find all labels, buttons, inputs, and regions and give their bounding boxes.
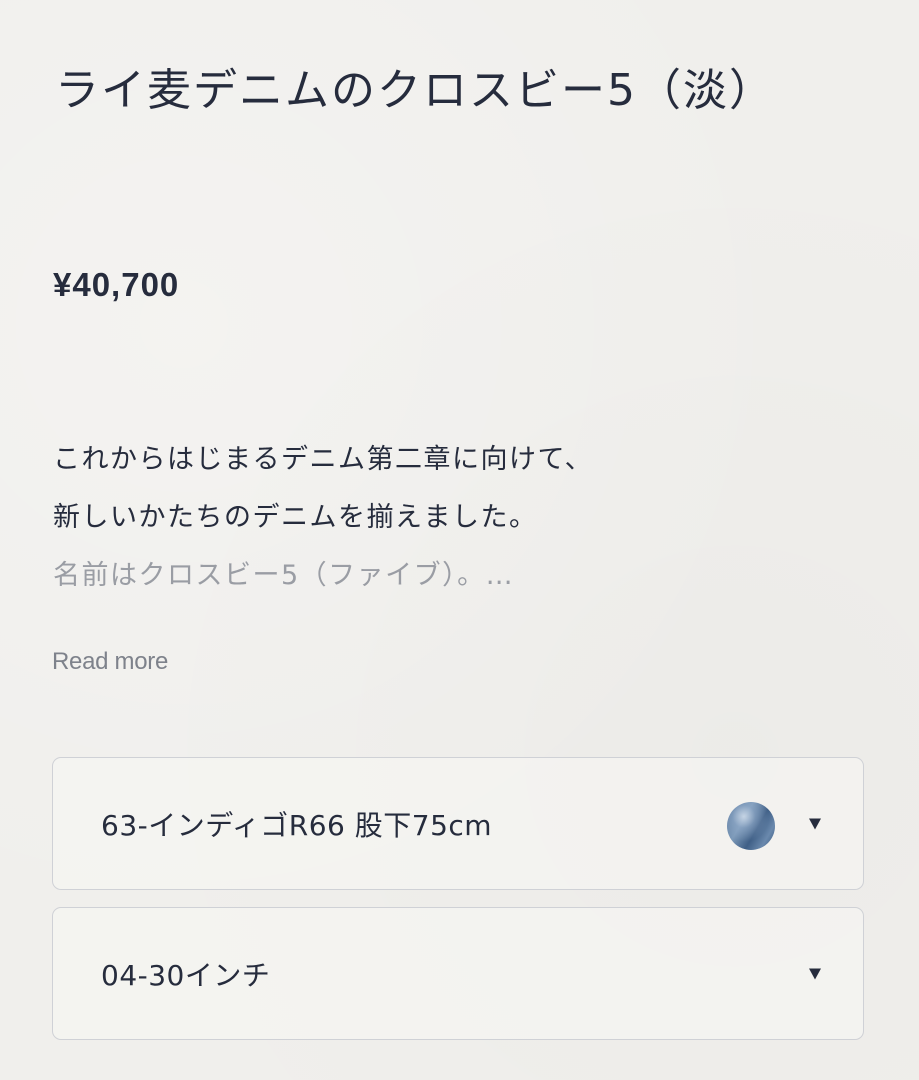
description-line-faded: 名前はクロスビー5（ファイブ）。… xyxy=(53,560,515,591)
size-variant-select[interactable]: 04-30インチ xyxy=(52,907,864,1040)
product-price: ¥40,700 xyxy=(53,266,180,303)
product-description: これからはじまるデニム第二章に向けて、 新しいかたちのデニムを揃えました。 名前… xyxy=(53,438,853,612)
color-variant-value: 63-インディゴR66 股下75cm xyxy=(101,808,493,842)
size-variant-value: 04-30インチ xyxy=(101,958,271,992)
read-more-link[interactable]: Read more xyxy=(52,648,168,676)
product-title: ライ麦デニムのクロスビー5（淡） xyxy=(55,65,775,116)
description-line: 新しいかたちのデニムを揃えました。 xyxy=(53,502,538,533)
caret-down-icon xyxy=(809,968,821,979)
indigo-swatch-icon xyxy=(727,802,775,850)
caret-down-icon xyxy=(809,818,821,829)
description-line: これからはじまるデニム第二章に向けて、 xyxy=(53,444,594,475)
color-variant-select[interactable]: 63-インディゴR66 股下75cm xyxy=(52,757,864,890)
product-detail-page: ライ麦デニムのクロスビー5（淡） ¥40,700 これからはじまるデニム第二章に… xyxy=(0,0,919,1080)
